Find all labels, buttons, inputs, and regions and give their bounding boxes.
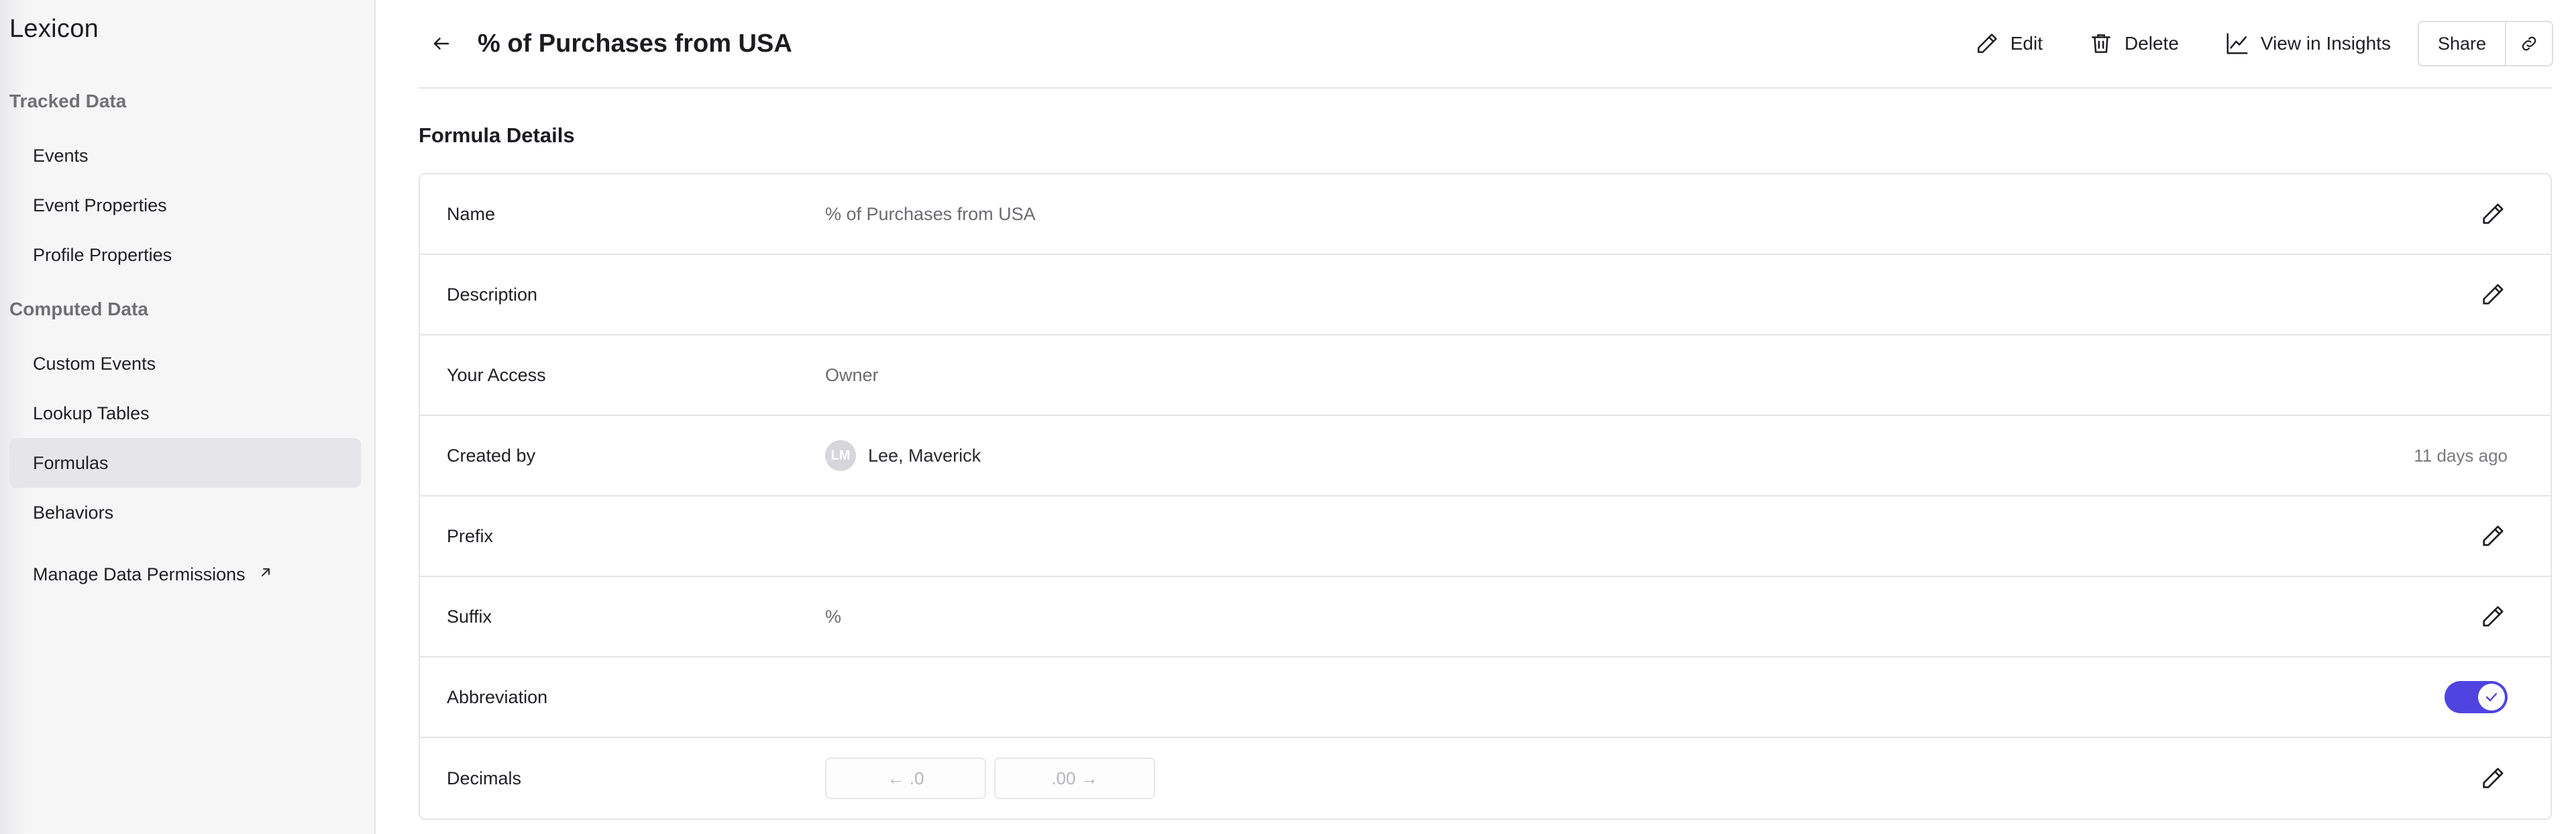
pencil-icon — [2483, 525, 2504, 546]
edit-name-button[interactable] — [2478, 199, 2508, 229]
delete-button[interactable]: Delete — [2088, 31, 2179, 56]
page-title: % of Purchases from USA — [478, 29, 792, 58]
access-value: Owner — [825, 364, 879, 385]
manage-data-permissions-link[interactable]: Manage Data Permissions — [9, 550, 361, 599]
sidebar: Lexicon Tracked Data Events Event Proper… — [0, 0, 376, 834]
formula-details-table: Name % of Purchases from USA Description… — [419, 173, 2552, 820]
sidebar-item-event-properties[interactable]: Event Properties — [9, 180, 361, 230]
suffix-value: % — [825, 606, 842, 627]
pencil-icon — [2483, 768, 2504, 788]
trash-icon — [2092, 34, 2110, 53]
creator: LM Lee, Maverick — [825, 440, 981, 471]
created-by-row: Created by LM Lee, Maverick 11 days ago — [420, 416, 2551, 497]
view-in-insights-button[interactable]: View in Insights — [2224, 31, 2391, 56]
created-by-label: Created by — [447, 445, 536, 466]
edit-suffix-button[interactable] — [2478, 602, 2508, 631]
sidebar-item-lookup-tables[interactable]: Lookup Tables — [9, 388, 361, 438]
edit-label: Edit — [2010, 33, 2043, 54]
decrease-decimals-button[interactable]: ← .0 — [825, 758, 986, 799]
tracked-data-heading: Tracked Data — [9, 91, 127, 111]
formula-details-title: Formula Details — [419, 123, 575, 147]
pencil-icon — [2483, 606, 2504, 627]
page-header: % of Purchases from USA Edit Delete View… — [419, 0, 2553, 89]
decimals-label: Decimals — [447, 768, 522, 788]
edit-button[interactable]: Edit — [1974, 31, 2043, 56]
external-link-icon — [258, 564, 274, 585]
description-label: Description — [447, 284, 538, 305]
created-timestamp: 11 days ago — [2414, 445, 2508, 466]
access-row: Your Access Owner — [420, 335, 2551, 416]
main-content: % of Purchases from USA Edit Delete View… — [376, 0, 2576, 834]
name-row: Name % of Purchases from USA — [420, 174, 2551, 255]
pencil-icon — [2483, 284, 2504, 305]
view-in-insights-label: View in Insights — [2260, 33, 2391, 54]
line-chart-icon — [2226, 33, 2248, 54]
prefix-label: Prefix — [447, 525, 494, 546]
manage-data-permissions-label: Manage Data Permissions — [33, 564, 246, 584]
sidebar-item-behaviors[interactable]: Behaviors — [9, 488, 361, 537]
sidebar-item-formulas[interactable]: Formulas — [9, 438, 361, 488]
check-icon — [2485, 692, 2498, 702]
edit-prefix-button[interactable] — [2478, 521, 2508, 551]
prefix-row: Prefix — [420, 497, 2551, 577]
name-value: % of Purchases from USA — [825, 203, 1036, 224]
copy-link-button[interactable] — [2506, 21, 2553, 66]
arrow-left-icon — [433, 38, 449, 50]
app-title: Lexicon — [9, 15, 99, 43]
decimals-row: Decimals ← .0 .00 → — [420, 738, 2551, 819]
avatar: LM — [825, 440, 856, 471]
sidebar-item-custom-events[interactable]: Custom Events — [9, 339, 361, 388]
link-icon — [2522, 36, 2536, 51]
abbreviation-row: Abbreviation — [420, 658, 2551, 738]
back-button[interactable] — [425, 28, 458, 60]
share-button[interactable]: Share — [2417, 21, 2506, 66]
pencil-icon — [1977, 34, 1997, 53]
suffix-row: Suffix % — [420, 577, 2551, 658]
edit-decimals-button[interactable] — [2478, 764, 2508, 793]
toggle-knob — [2478, 684, 2505, 711]
access-label: Your Access — [447, 364, 546, 385]
delete-label: Delete — [2124, 33, 2179, 54]
description-row: Description — [420, 255, 2551, 335]
pencil-icon — [2483, 203, 2504, 224]
sidebar-item-events[interactable]: Events — [9, 131, 361, 180]
header-actions: Edit Delete View in Insights Share — [1929, 21, 2553, 66]
sidebar-item-profile-properties[interactable]: Profile Properties — [9, 230, 361, 280]
edit-description-button[interactable] — [2478, 280, 2508, 309]
increase-decimals-button[interactable]: .00 → — [994, 758, 1155, 799]
abbreviation-label: Abbreviation — [447, 686, 548, 707]
name-label: Name — [447, 203, 496, 224]
computed-data-heading: Computed Data — [9, 299, 148, 319]
abbreviation-toggle[interactable] — [2445, 681, 2508, 713]
decimals-controls: ← .0 .00 → — [825, 758, 1163, 799]
creator-name: Lee, Maverick — [868, 445, 981, 466]
suffix-label: Suffix — [447, 606, 492, 627]
